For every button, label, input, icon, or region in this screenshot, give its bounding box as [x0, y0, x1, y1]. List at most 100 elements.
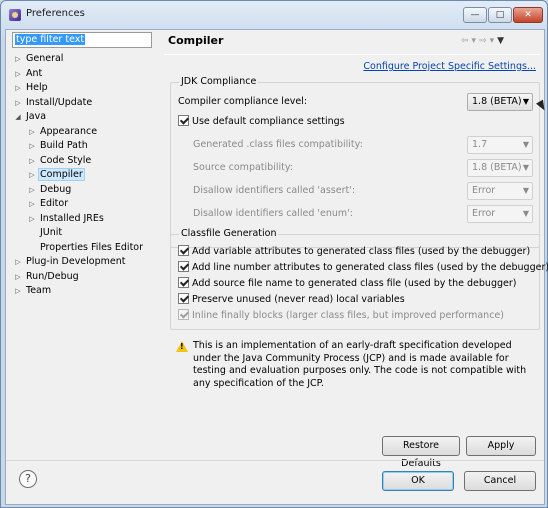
tree-item-general[interactable]: ▷ General: [12, 52, 65, 66]
chevron-down-icon: ▼: [522, 163, 529, 172]
tree-item-java[interactable]: ◢ Java: [12, 110, 48, 124]
tree-item-label: Team: [26, 285, 52, 296]
tree-item-label: Ant: [26, 67, 43, 79]
tree-item-label: General: [26, 53, 64, 64]
tree-item-help[interactable]: ▷ Help: [12, 81, 50, 95]
checkbox-icon: [178, 261, 189, 272]
expand-toggle-icon[interactable]: ▷: [26, 183, 38, 197]
maximize-button[interactable]: □: [488, 7, 512, 23]
expand-toggle-icon[interactable]: ▷: [26, 168, 38, 182]
classfile-generation-title: Classfile Generation: [179, 228, 279, 239]
expand-toggle-icon[interactable]: ▷: [26, 139, 38, 153]
tree-item-build-path[interactable]: ▷ Build Path: [26, 139, 90, 153]
dialog-client-area: type filter text ▷ General ▷ Ant ▷ Help ▷ Insta…: [5, 29, 548, 505]
configure-project-specific-link[interactable]: Configure Project Specific Settings...: [363, 61, 536, 72]
filter-input[interactable]: type filter text: [12, 32, 152, 48]
view-menu-icon[interactable]: ▼: [497, 36, 507, 46]
tree-item-install-update[interactable]: ▷ Install/Update: [12, 96, 94, 110]
apply-button[interactable]: Apply: [466, 436, 536, 456]
tree-item-label: Appearance: [40, 125, 98, 137]
ok-button[interactable]: OK: [382, 471, 454, 491]
generated-class-compat-select[interactable]: 1.7 ▼: [467, 136, 533, 154]
expand-toggle-icon[interactable]: ▷: [26, 212, 38, 226]
classfile-option-checkbox[interactable]: Add variable attributes to generated cla…: [178, 245, 530, 259]
use-default-compliance-label: Use default compliance settings: [192, 116, 345, 127]
classfile-option-checkbox[interactable]: Add source file name to generated class …: [178, 277, 516, 291]
page-navigation: ⇦▾⇨▾▼: [461, 36, 507, 46]
checkbox-icon: [178, 309, 189, 320]
close-button[interactable]: ✕: [513, 7, 543, 23]
tree-item-junit[interactable]: JUnit: [26, 226, 64, 240]
source-compat-value: 1.8 (BETA): [472, 162, 522, 173]
tree-item-plug-in-development[interactable]: ▷ Plug-in Development: [12, 255, 127, 269]
disallow-enum-label: Disallow identifiers called 'enum':: [193, 208, 353, 219]
expand-toggle-icon[interactable]: ▷: [12, 284, 24, 298]
page-title: Compiler: [168, 34, 224, 47]
tree-item-label: Help: [26, 82, 48, 93]
classfile-option-label: Add line number attributes to generated …: [192, 262, 548, 273]
tree-item-debug[interactable]: ▷ Debug: [26, 183, 73, 197]
compliance-level-label: Compiler compliance level:: [178, 96, 308, 107]
tree-item-label: JUnit: [40, 227, 63, 238]
tree-item-compiler[interactable]: ▷ Compiler: [26, 168, 85, 182]
close-icon: ✕: [524, 10, 532, 20]
compliance-level-select[interactable]: 1.8 (BETA) ▼: [467, 93, 533, 111]
classfile-option-label: Add source file name to generated class …: [192, 278, 517, 289]
expand-toggle-icon[interactable]: ▷: [12, 96, 24, 110]
classfile-option-checkbox[interactable]: Add line number attributes to generated …: [178, 261, 548, 275]
expand-toggle-icon[interactable]: ▷: [12, 67, 24, 81]
tree-item-ant[interactable]: ▷ Ant: [12, 67, 44, 81]
forward-arrow-icon[interactable]: ⇨: [479, 36, 490, 46]
classfile-option-checkbox[interactable]: Inline finally blocks (larger class file…: [178, 309, 504, 323]
back-menu-icon[interactable]: ▾: [472, 36, 480, 46]
checkbox-icon: [178, 293, 189, 304]
use-default-compliance-checkbox[interactable]: Use default compliance settings: [178, 115, 345, 129]
tree-item-label: Install/Update: [26, 96, 93, 108]
tree-item-editor[interactable]: ▷ Editor: [26, 197, 70, 211]
source-compat-label: Source compatibility:: [193, 162, 293, 173]
classfile-option-checkbox[interactable]: Preserve unused (never read) local varia…: [178, 293, 405, 307]
tree-item-installed-jres[interactable]: ▷ Installed JREs: [26, 212, 106, 226]
tree-item-label: Run/Debug: [26, 270, 79, 282]
expand-toggle-icon[interactable]: ▷: [26, 154, 38, 168]
minimize-icon: —: [470, 10, 480, 20]
expand-toggle-icon[interactable]: ▷: [26, 197, 38, 211]
chevron-down-icon: ▼: [522, 186, 529, 195]
classfile-option-label: Preserve unused (never read) local varia…: [192, 294, 405, 305]
chevron-down-icon: ▼: [522, 97, 529, 106]
tree-item-appearance[interactable]: ▷ Appearance: [26, 125, 99, 139]
cancel-button[interactable]: Cancel: [464, 471, 536, 491]
expand-toggle-icon[interactable]: ▷: [26, 125, 38, 139]
title-bar[interactable]: Preferences — □ ✕: [1, 1, 547, 29]
disallow-assert-select[interactable]: Error ▼: [467, 182, 533, 200]
generated-class-compat-value: 1.7: [472, 139, 488, 150]
pane-splitter[interactable]: [157, 30, 161, 460]
source-compat-select[interactable]: 1.8 (BETA) ▼: [467, 159, 533, 177]
disallow-enum-select[interactable]: Error ▼: [467, 205, 533, 223]
checkbox-icon: [178, 245, 189, 256]
expand-toggle-icon[interactable]: ◢: [12, 110, 24, 124]
expand-toggle-icon[interactable]: ▷: [12, 255, 24, 269]
tree-item-label: Properties Files Editor: [40, 241, 144, 253]
tree-item-label: Debug: [40, 183, 72, 195]
tree-item-label: Java: [26, 111, 47, 122]
back-arrow-icon[interactable]: ⇦: [461, 36, 472, 46]
jdk-compliance-title: JDK Compliance: [179, 76, 259, 87]
restore-defaults-button[interactable]: Restore Defaults: [382, 436, 460, 469]
expand-toggle-icon[interactable]: ▷: [12, 52, 24, 66]
tree-item-code-style[interactable]: ▷ Code Style: [26, 154, 93, 168]
chevron-down-icon: ▼: [522, 140, 529, 149]
compliance-level-value: 1.8 (BETA): [472, 96, 522, 107]
beta-warning-text: This is an implementation of an early-dr…: [193, 340, 527, 389]
help-icon[interactable]: ?: [19, 470, 37, 488]
preferences-window: Preferences — □ ✕ type filter text ▷ Gene…: [0, 0, 548, 508]
window-title: Preferences: [26, 8, 85, 19]
eclipse-app-icon: [9, 9, 21, 21]
expand-toggle-icon[interactable]: ▷: [12, 270, 24, 284]
tree-item-team[interactable]: ▷ Team: [12, 284, 53, 298]
tree-item-run-debug[interactable]: ▷ Run/Debug: [12, 270, 81, 284]
tree-item-properties-files-editor[interactable]: Properties Files Editor: [26, 241, 145, 255]
checkbox-icon: [178, 115, 189, 126]
expand-toggle-icon[interactable]: ▷: [12, 81, 24, 95]
minimize-button[interactable]: —: [463, 7, 487, 23]
